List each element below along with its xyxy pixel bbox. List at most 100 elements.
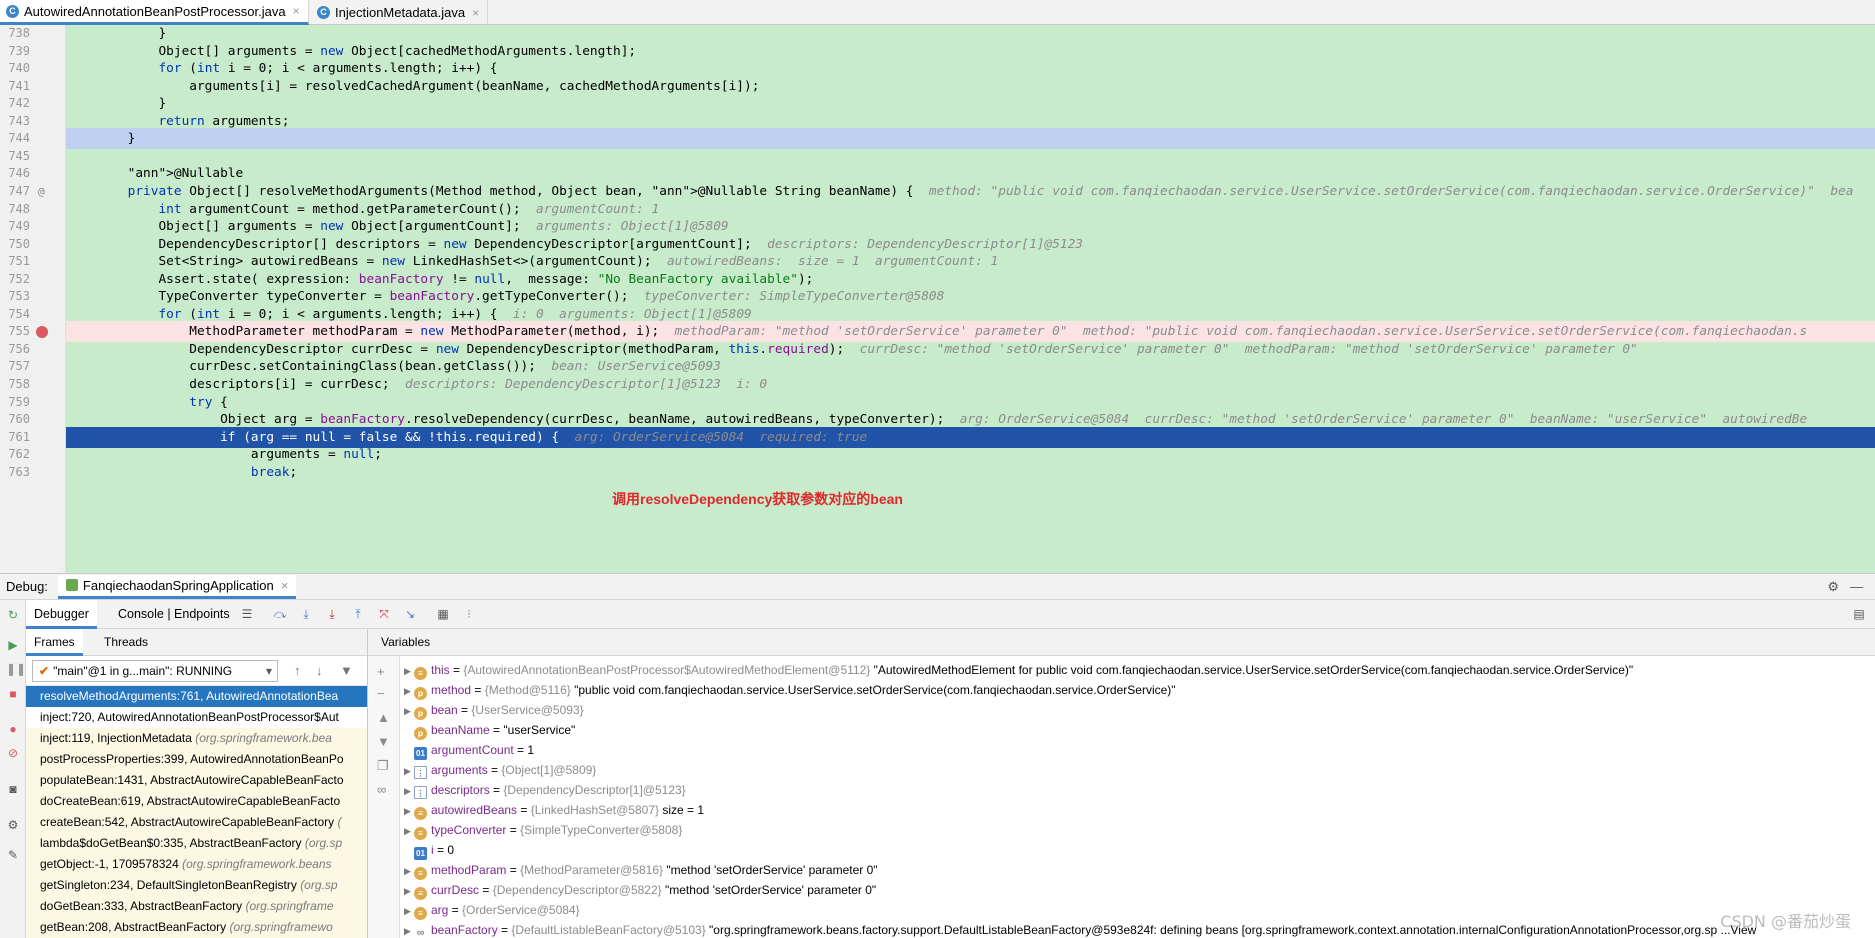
force-step-into-icon[interactable]: ⤓ [325, 607, 339, 621]
stack-frame[interactable]: getSingleton:234, DefaultSingletonBeanRe… [26, 875, 367, 896]
variable-row[interactable]: ▶ ≡ this = {AutowiredAnnotationBeanPostPro… [400, 660, 1633, 680]
tab-debugger[interactable]: Debugger [26, 600, 97, 629]
step-into-icon[interactable]: ⤓ [299, 607, 313, 621]
mute-breakpoints-icon[interactable]: ⊘ [6, 746, 20, 760]
variable-row[interactable]: ▶ ≡ methodParam = {MethodParameter@5816} "… [400, 860, 878, 880]
variable-name: bean [431, 703, 458, 717]
thread-selector[interactable]: ✔ "main"@1 in g...main": RUNNING ▾ [32, 660, 278, 682]
stack-frame[interactable]: inject:119, InjectionMetadata (org.sprin… [26, 728, 367, 749]
stack-frame[interactable]: doCreateBean:619, AbstractAutowireCapabl… [26, 791, 367, 812]
expand-icon[interactable]: ▶ [400, 921, 414, 938]
stack-frame[interactable]: resolveMethodArguments:761, AutowiredAnn… [26, 686, 367, 707]
settings-icon[interactable]: ⚙ [6, 818, 20, 832]
variable-value: "method 'setOrderService' parameter 0" [665, 883, 877, 897]
camera-icon[interactable]: ◙ [6, 782, 20, 796]
expand-icon[interactable]: ▶ [400, 821, 414, 841]
close-icon[interactable]: × [293, 4, 300, 18]
resume-icon[interactable]: ▶ [6, 638, 20, 652]
equals-sign: = [513, 743, 528, 757]
frame-package: (org.sp [304, 836, 343, 850]
code-editor[interactable]: 738 } 739 Object[] arguments = new Object… [0, 25, 1875, 573]
step-over-icon[interactable]: ⤼ [273, 607, 287, 621]
tab-threads[interactable]: Threads [96, 629, 156, 656]
down-icon[interactable]: ▼ [377, 734, 390, 749]
tab-injection-metadata[interactable]: C InjectionMetadata.java × [311, 0, 489, 25]
stack-frame[interactable]: inject:720, AutowiredAnnotationBeanPostP… [26, 707, 367, 728]
equals-sign: = [479, 883, 493, 897]
gear-icon[interactable]: ⚙ [1827, 579, 1839, 595]
step-out-icon[interactable]: ⤒ [351, 607, 365, 621]
variable-row[interactable]: ▶ ≡ autowiredBeans = {LinkedHashSet@5807} … [400, 800, 704, 820]
debug-side-actions: ↻ ▶ ❚❚ ■ ● ⊘ ◙ ⚙ ✎ [0, 600, 26, 938]
frames-tab-bar: Frames Threads [26, 629, 367, 656]
rerun-icon[interactable]: ↻ [6, 608, 20, 622]
variable-row[interactable]: ▶ p method = {Method@5116} "public void co… [400, 680, 1176, 700]
expand-icon[interactable]: ▶ [400, 901, 414, 921]
expand-icon[interactable]: ▶ [400, 681, 414, 701]
drop-frame-icon[interactable]: ⤧ [377, 607, 391, 621]
stack-frame[interactable]: createBean:542, AbstractAutowireCapableB… [26, 812, 367, 833]
tab-frames[interactable]: Frames [26, 629, 83, 656]
minus-icon[interactable]: − [377, 686, 385, 701]
pause-icon[interactable]: ❚❚ [6, 662, 26, 676]
close-icon[interactable]: × [281, 578, 289, 593]
variable-value: size = 1 [662, 803, 705, 817]
variable-type: {DependencyDescriptor[1]@5123} [503, 783, 686, 797]
up-arrow-icon[interactable]: ↑ [294, 663, 301, 678]
expand-icon[interactable]: ▶ [400, 861, 414, 881]
stack-frame[interactable]: getBean:208, AbstractBeanFactory (org.sp… [26, 917, 367, 938]
stack-frame[interactable]: getObject:-1, 1709578324 (org.springfram… [26, 854, 367, 875]
code-line[interactable]: 763 break; [0, 462, 1875, 483]
expand-icon[interactable]: ▶ [400, 661, 414, 681]
variable-type: {MethodParameter@5816} [520, 863, 667, 877]
up-icon[interactable]: ▲ [377, 710, 390, 725]
variable-row[interactable]: ▶ ≡ currDesc = {DependencyDescriptor@5822}… [400, 880, 876, 900]
view-breakpoints-icon[interactable]: ● [6, 722, 20, 736]
equals-sign: = [487, 763, 502, 777]
variable-row[interactable]: ▶ ≡ arg = {OrderService@5084} [400, 900, 580, 920]
minimize-icon[interactable]: — [1850, 579, 1863, 594]
variable-row[interactable]: 01 i = 0 [400, 840, 454, 860]
variable-row[interactable]: ▶ ⋮ arguments = {Object[1]@5809} [400, 760, 596, 780]
stop-icon[interactable]: ■ [6, 687, 20, 701]
stack-frame[interactable]: postProcessProperties:399, AutowiredAnno… [26, 749, 367, 770]
tab-console-endpoints[interactable]: Console | Endpoints [110, 600, 238, 629]
expand-icon[interactable]: ▶ [400, 781, 414, 801]
add-icon[interactable]: + [377, 664, 385, 679]
copy-icon[interactable]: ❐ [377, 758, 389, 774]
equals-sign: = [497, 923, 512, 937]
variable-row[interactable]: ▶ ⋮ descriptors = {DependencyDescriptor[1]… [400, 780, 686, 800]
variable-row[interactable]: ▶ ≡ typeConverter = {SimpleTypeConverter@5… [400, 820, 682, 840]
frame-label: createBean:542, AbstractAutowireCapableB… [40, 815, 338, 829]
c-class-icon: C [6, 4, 19, 18]
layout-icon[interactable]: ▤ [1852, 607, 1866, 621]
menu-icon[interactable]: ☰ [240, 607, 254, 621]
line-number[interactable]: 763 [0, 462, 30, 483]
close-icon[interactable]: × [472, 6, 479, 20]
expand-icon[interactable]: ▶ [400, 881, 414, 901]
variable-row[interactable]: 01 argumentCount = 1 [400, 740, 534, 760]
stack-frame[interactable]: lambda$doGetBean$0:335, AbstractBeanFact… [26, 833, 367, 854]
breakpoint-icon[interactable] [36, 326, 48, 339]
variable-type: {UserService@5093} [471, 703, 584, 717]
stack-frame[interactable]: doGetBean:333, AbstractBeanFactory (org.… [26, 896, 367, 917]
expand-icon[interactable]: ▶ [400, 701, 414, 721]
down-arrow-icon[interactable]: ↓ [316, 663, 323, 678]
tab-autowired-annotation[interactable]: C AutowiredAnnotationBeanPostProcessor.j… [0, 0, 309, 25]
expand-icon[interactable]: ▶ [400, 801, 414, 821]
watch-icon[interactable]: ∞ [377, 782, 386, 797]
stack-frame[interactable]: populateBean:1431, AbstractAutowireCapab… [26, 770, 367, 791]
debug-session-tab[interactable]: FanqiechaodanSpringApplication × [57, 574, 297, 599]
filter-icon[interactable]: ▼ [340, 663, 353, 678]
watermark: CSDN @番茄炒蛋 [1720, 912, 1851, 931]
variable-value: 0 [447, 843, 455, 857]
variable-row[interactable]: ▶ p bean = {UserService@5093} [400, 700, 584, 720]
variable-row[interactable]: p beanName = "userService" [400, 720, 575, 740]
variable-name: currDesc [431, 883, 480, 897]
evaluate-icon[interactable]: ▦ [436, 607, 450, 621]
expand-icon[interactable]: ▶ [400, 761, 414, 781]
variable-row[interactable]: ▶ ∞ beanFactory = {DefaultListableBeanFact… [400, 920, 1756, 938]
pin-icon[interactable]: ✎ [6, 848, 20, 862]
run-to-cursor-icon[interactable]: ↘ [403, 607, 417, 621]
trace-icon[interactable]: ⁝ [462, 607, 476, 621]
